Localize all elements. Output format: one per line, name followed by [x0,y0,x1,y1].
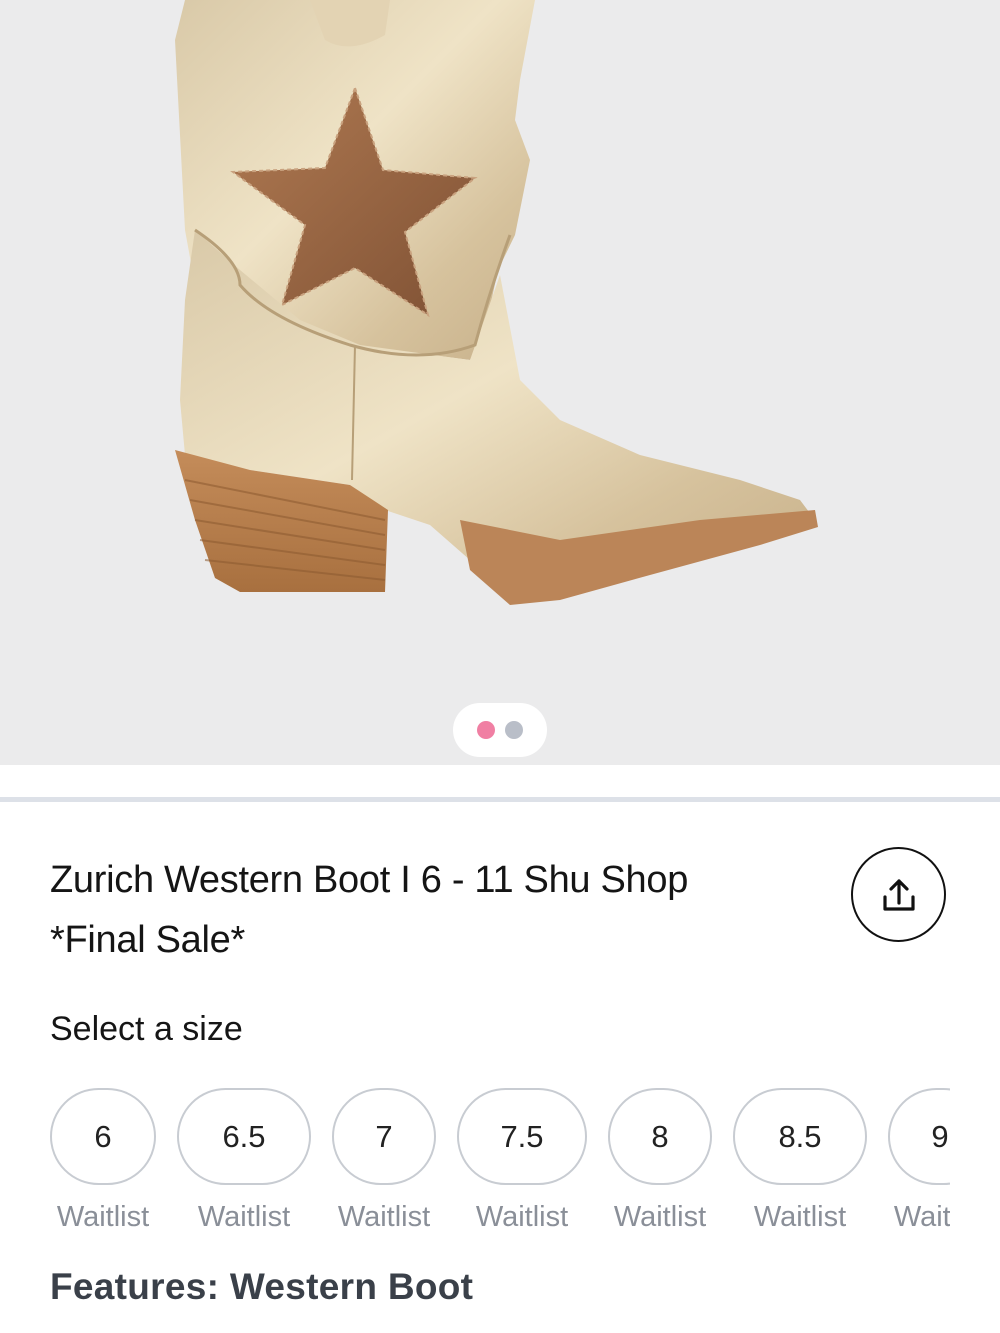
features-heading: Features: Western Boot [50,1266,474,1307]
pagination-dot[interactable] [505,721,523,739]
size-pill[interactable]: 7.5 [457,1088,587,1185]
size-status: Waitlist [197,1201,291,1233]
product-image-boot [175,0,818,605]
section-divider [0,797,1000,802]
share-button[interactable] [851,847,946,942]
size-status: Waitlist [613,1201,707,1233]
share-upload-icon [882,878,915,911]
size-status: Waitlist [56,1201,150,1233]
size-status: Waitlist [337,1201,431,1233]
product-title-line2: *Final Sale* [50,919,245,961]
pagination-dot-active[interactable] [477,721,495,739]
size-option-7[interactable]: 7 Waitlist [332,1088,436,1234]
size-option-9[interactable]: 9 Waitlist [888,1088,950,1234]
size-option-6-5[interactable]: 6.5 Waitlist [177,1088,311,1234]
select-size-label: Select a size [50,1010,243,1048]
size-status: Waitlist [753,1201,847,1233]
size-pill[interactable]: 7 [332,1088,436,1185]
size-pill[interactable]: 6.5 [177,1088,311,1185]
size-option-7-5[interactable]: 7.5 Waitlist [457,1088,587,1234]
size-option-6[interactable]: 6 Waitlist [50,1088,156,1234]
image-pagination-dots[interactable] [453,703,547,757]
size-selector: 6 Waitlist 6.5 Waitlist 7 Waitlist 7.5 W… [0,1088,950,1238]
product-title-line1: Zurich Western Boot I 6 - 11 Shu Shop [50,859,689,901]
size-pill[interactable]: 9 [888,1088,950,1185]
size-status: Waitlist [893,1201,950,1233]
size-pill[interactable]: 6 [50,1088,156,1185]
size-pill[interactable]: 8 [608,1088,712,1185]
size-option-8[interactable]: 8 Waitlist [608,1088,712,1234]
product-title: Zurich Western Boot I 6 - 11 Shu Shop *F… [50,850,790,970]
size-option-8-5[interactable]: 8.5 Waitlist [733,1088,867,1234]
size-pill[interactable]: 8.5 [733,1088,867,1185]
size-status: Waitlist [475,1201,569,1233]
product-image-gallery[interactable] [0,0,1000,765]
